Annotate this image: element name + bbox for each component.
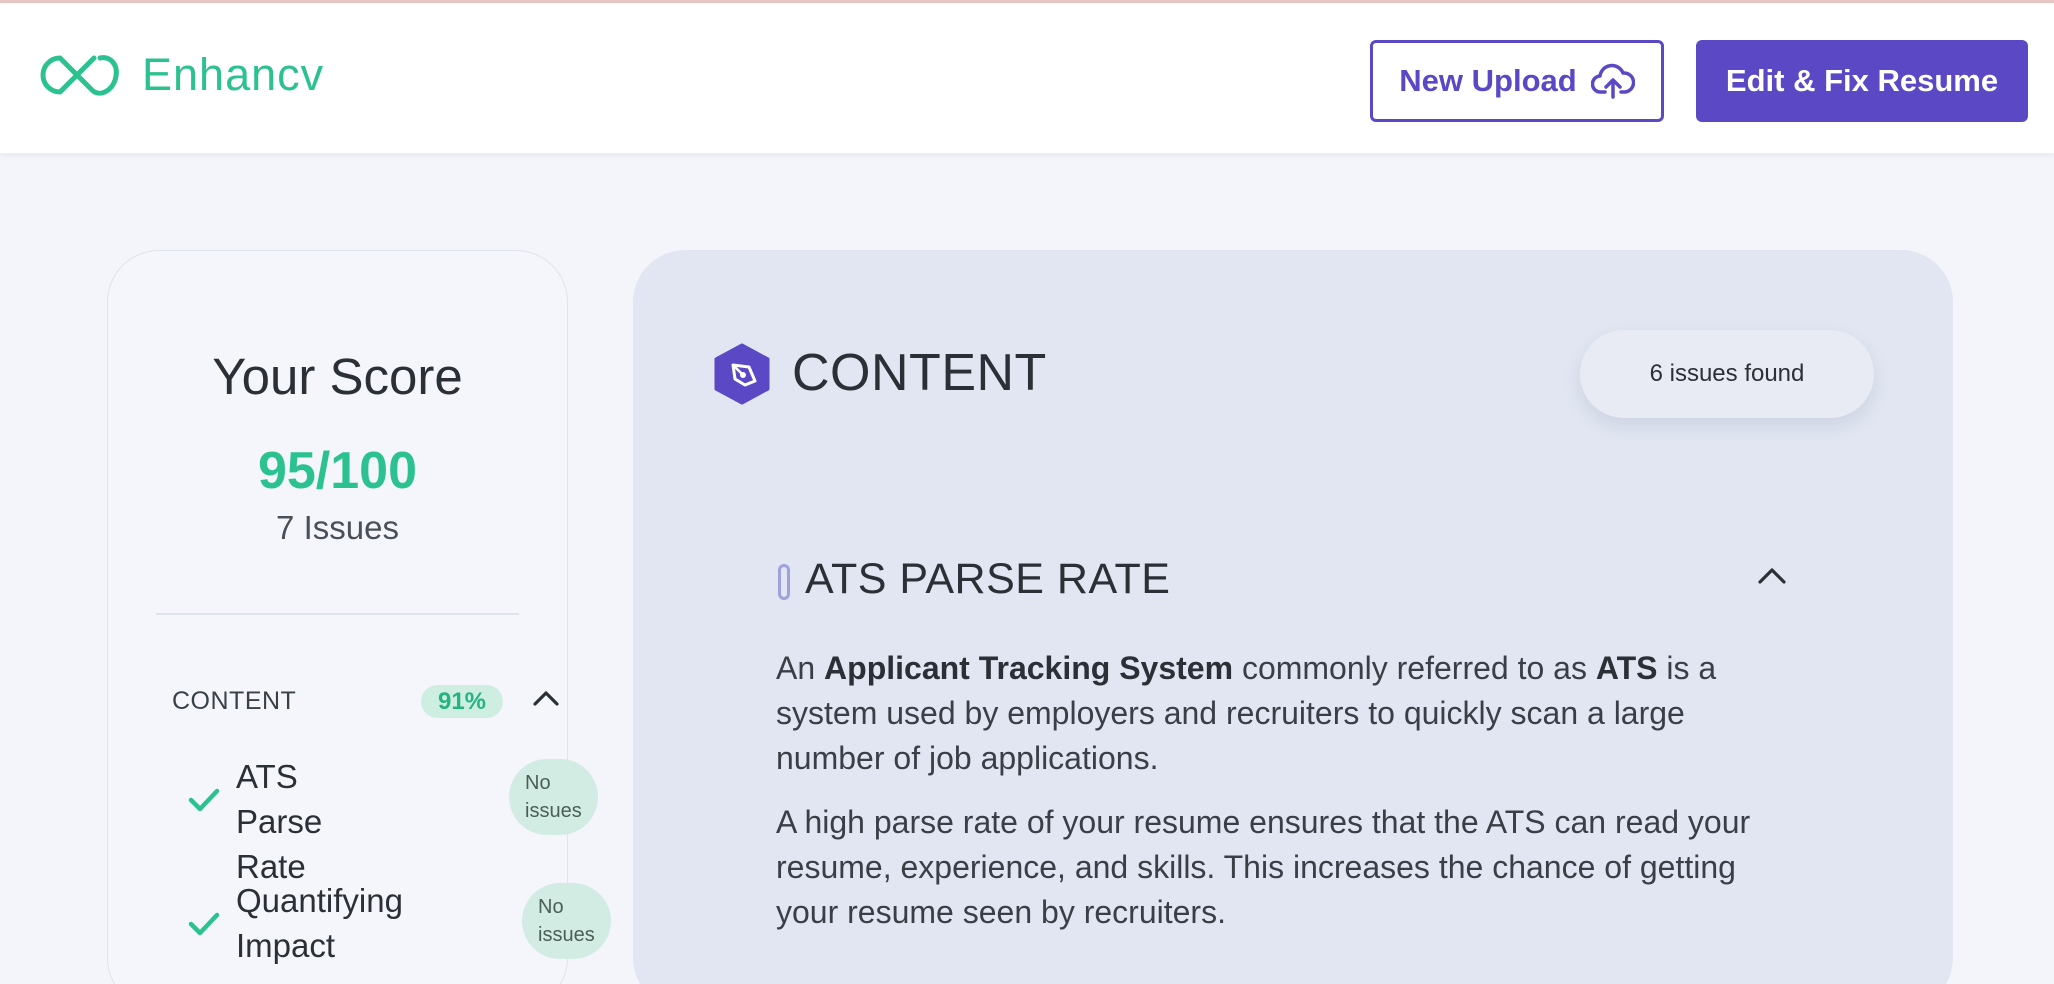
check-icon	[188, 788, 220, 812]
edit-fix-resume-button[interactable]: Edit & Fix Resume	[1696, 40, 2028, 122]
edit-fix-resume-label: Edit & Fix Resume	[1725, 63, 1999, 98]
logo[interactable]: Enhancv	[30, 49, 324, 101]
score-title: Your Score	[212, 348, 463, 405]
score-issues-count: 7 Issues	[276, 509, 399, 546]
chevron-up-icon[interactable]	[1757, 566, 1787, 586]
sidebar-item-label: ATS Parse Rate	[236, 758, 323, 885]
ats-parse-rate-title: ATS PARSE RATE	[805, 555, 1171, 603]
content-section-title: CONTENT	[792, 344, 1047, 402]
category-percent-badge: 91%	[421, 685, 503, 718]
score-panel: Your Score 95/100 7 Issues CONTENT 91% A…	[107, 250, 611, 984]
status-badge: No issues	[509, 759, 598, 835]
section-marker	[778, 564, 790, 600]
check-icon	[188, 912, 220, 936]
top-header: Enhancv New Upload Edit & Fix Resume	[0, 3, 2054, 153]
issues-found-badge: 6 issues found	[1580, 330, 1874, 418]
logo-text: Enhancv	[142, 49, 325, 100]
chevron-up-icon[interactable]	[532, 689, 560, 707]
new-upload-button[interactable]: New Upload	[1370, 40, 1664, 122]
cloud-upload-icon	[1590, 63, 1635, 99]
pen-tool-icon	[714, 343, 770, 405]
sidebar-item-label: Quantifying Impact	[236, 882, 403, 964]
category-content-header[interactable]: CONTENT 91%	[172, 681, 559, 721]
parse-rate-description-paragraph: A high parse rate of your resume ensures…	[776, 804, 1751, 930]
score-value: 95/100	[257, 442, 418, 500]
category-label: CONTENT	[172, 687, 297, 715]
enhancv-logo-icon	[40, 55, 119, 96]
status-badge: No issues	[522, 883, 611, 959]
ats-description-paragraph: An Applicant Tracking System commonly re…	[776, 650, 1717, 776]
new-upload-label: New Upload	[1399, 63, 1577, 98]
divider	[156, 613, 519, 615]
content-panel: CONTENT 6 issues found ATS PARSE RATE An…	[633, 250, 1953, 984]
